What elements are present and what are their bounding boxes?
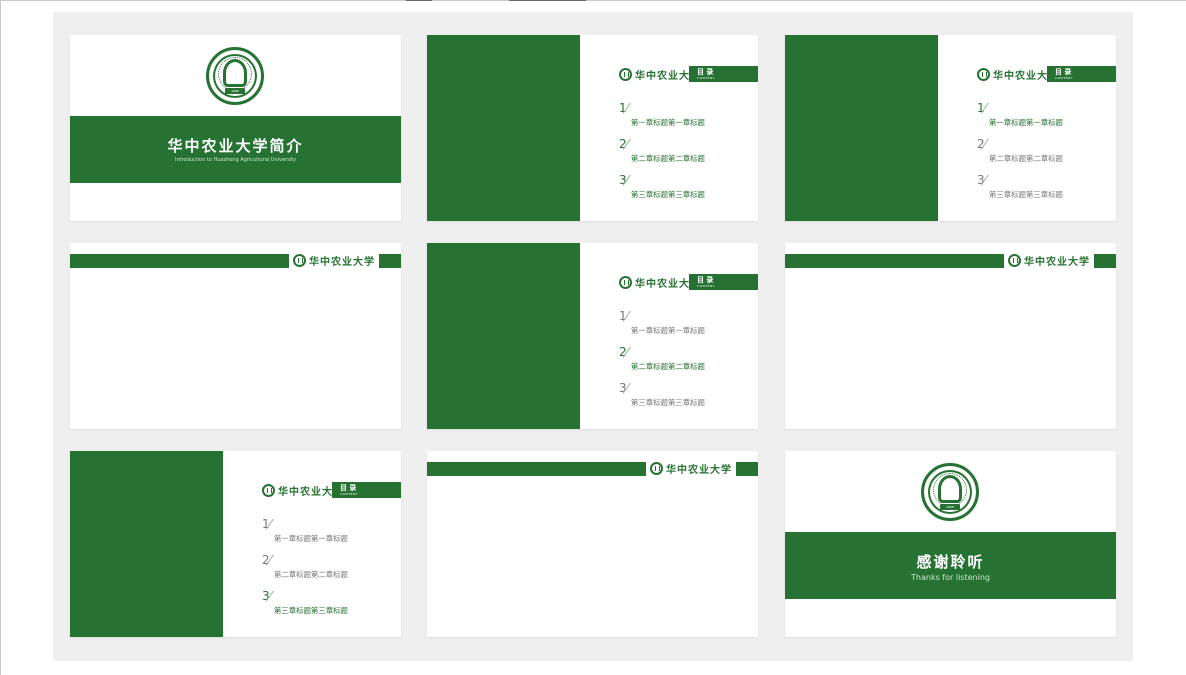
toc-item[interactable]: 3 第三章标题第三章标题: [977, 173, 1107, 209]
slide-toc-4[interactable]: 华中农业大学 目 录 CONTENT 1 第一章标题第一章标题 2 第二章标题第二章…: [70, 451, 401, 637]
table-of-contents: 1 第一章标题第一章标题 2 第二章标题第二章标题 3 第三章标题第三章标题: [619, 309, 749, 417]
toc-item[interactable]: 1 第一章标题第一章标题: [977, 101, 1107, 137]
university-seal-icon: [619, 68, 632, 81]
slide-toc-1[interactable]: 华中农业大学 目 录 CONTENT 1 第一章标题第一章标题 2 第二章标题第二章…: [427, 35, 758, 221]
slide-content-1[interactable]: 华中农业大学: [70, 243, 401, 429]
logo-text: 华中农业大学: [1024, 257, 1090, 268]
contents-subtitle: CONTENT: [697, 284, 716, 288]
cover-subtitle: Introduction to Huazhong Agricultural Un…: [174, 157, 297, 163]
seal-year: 1898: [225, 88, 245, 94]
contents-tab: 目 录 CONTENT: [689, 274, 758, 290]
university-seal-icon: [650, 462, 663, 475]
toc-item[interactable]: 3 第三章标题第三章标题: [619, 381, 749, 417]
university-seal-icon: 1898: [206, 47, 264, 105]
seal-emblem: [223, 59, 247, 87]
contents-tab: 目 录 CONTENT: [332, 482, 401, 498]
ending-title: 感谢聆听: [916, 553, 985, 571]
contents-subtitle: CONTENT: [697, 76, 716, 80]
left-green-panel: [70, 451, 223, 637]
logo-text: 华中农业大学: [309, 257, 375, 268]
university-seal-icon: [977, 68, 990, 81]
toc-item[interactable]: 1 第一章标题第一章标题: [262, 517, 392, 553]
contents-subtitle: CONTENT: [340, 492, 359, 496]
seal-year: 1898: [940, 504, 960, 510]
slide-toc-3[interactable]: 华中农业大学 目 录 CONTENT 1 第一章标题第一章标题 2 第二章标题第二章…: [427, 243, 758, 429]
header-logo: 华中农业大学: [1004, 253, 1094, 268]
header-logo: 华中农业大学: [289, 253, 379, 268]
toc-item[interactable]: 2 第二章标题第二章标题: [619, 137, 749, 173]
university-seal-icon: [1008, 254, 1021, 267]
toc-item[interactable]: 3 第三章标题第三章标题: [262, 589, 392, 625]
toc-item[interactable]: 1 第一章标题第一章标题: [619, 309, 749, 345]
university-seal-icon: [293, 254, 306, 267]
toc-item[interactable]: 2 第二章标题第二章标题: [977, 137, 1107, 173]
template-preview-canvas: 1898 华中农业大学简介 Introduction to Huazhong A…: [53, 12, 1133, 661]
table-of-contents: 1 第一章标题第一章标题 2 第二章标题第二章标题 3 第三章标题第三章标题: [977, 101, 1107, 209]
table-of-contents: 1 第一章标题第一章标题 2 第二章标题第二章标题 3 第三章标题第三章标题: [262, 517, 392, 625]
toc-item[interactable]: 2 第二章标题第二章标题: [619, 345, 749, 381]
cover-title: 华中农业大学简介: [167, 137, 304, 155]
slide-content-2[interactable]: 华中农业大学: [785, 243, 1116, 429]
left-green-panel: [785, 35, 938, 221]
contents-tab: 目 录 CONTENT: [1047, 66, 1116, 82]
seal-emblem: [938, 475, 962, 503]
left-green-panel: [427, 243, 580, 429]
university-seal-icon: [262, 484, 275, 497]
toc-item[interactable]: 3 第三章标题第三章标题: [619, 173, 749, 209]
slide-toc-2[interactable]: 华中农业大学 目 录 CONTENT 1 第一章标题第一章标题 2 第二章标题第二章…: [785, 35, 1116, 221]
logo-text: 华中农业大学: [666, 465, 732, 476]
contents-tab: 目 录 CONTENT: [689, 66, 758, 82]
left-green-panel: [427, 35, 580, 221]
university-seal-icon: [619, 276, 632, 289]
top-edge-mark: [406, 0, 432, 1]
top-edge-mark: [509, 0, 586, 1]
ending-subtitle: Thanks for listening: [911, 573, 990, 582]
table-of-contents: 1 第一章标题第一章标题 2 第二章标题第二章标题 3 第三章标题第三章标题: [619, 101, 749, 209]
slide-cover[interactable]: 1898 华中农业大学简介 Introduction to Huazhong A…: [70, 35, 401, 221]
slide-ending[interactable]: 1898 感谢聆听 Thanks for listening: [785, 451, 1116, 637]
slide-content-3[interactable]: 华中农业大学: [427, 451, 758, 637]
contents-subtitle: CONTENT: [1055, 76, 1074, 80]
toc-item[interactable]: 2 第二章标题第二章标题: [262, 553, 392, 589]
toc-item[interactable]: 1 第一章标题第一章标题: [619, 101, 749, 137]
university-seal-icon: 1898: [921, 463, 979, 521]
header-logo: 华中农业大学: [646, 461, 736, 476]
